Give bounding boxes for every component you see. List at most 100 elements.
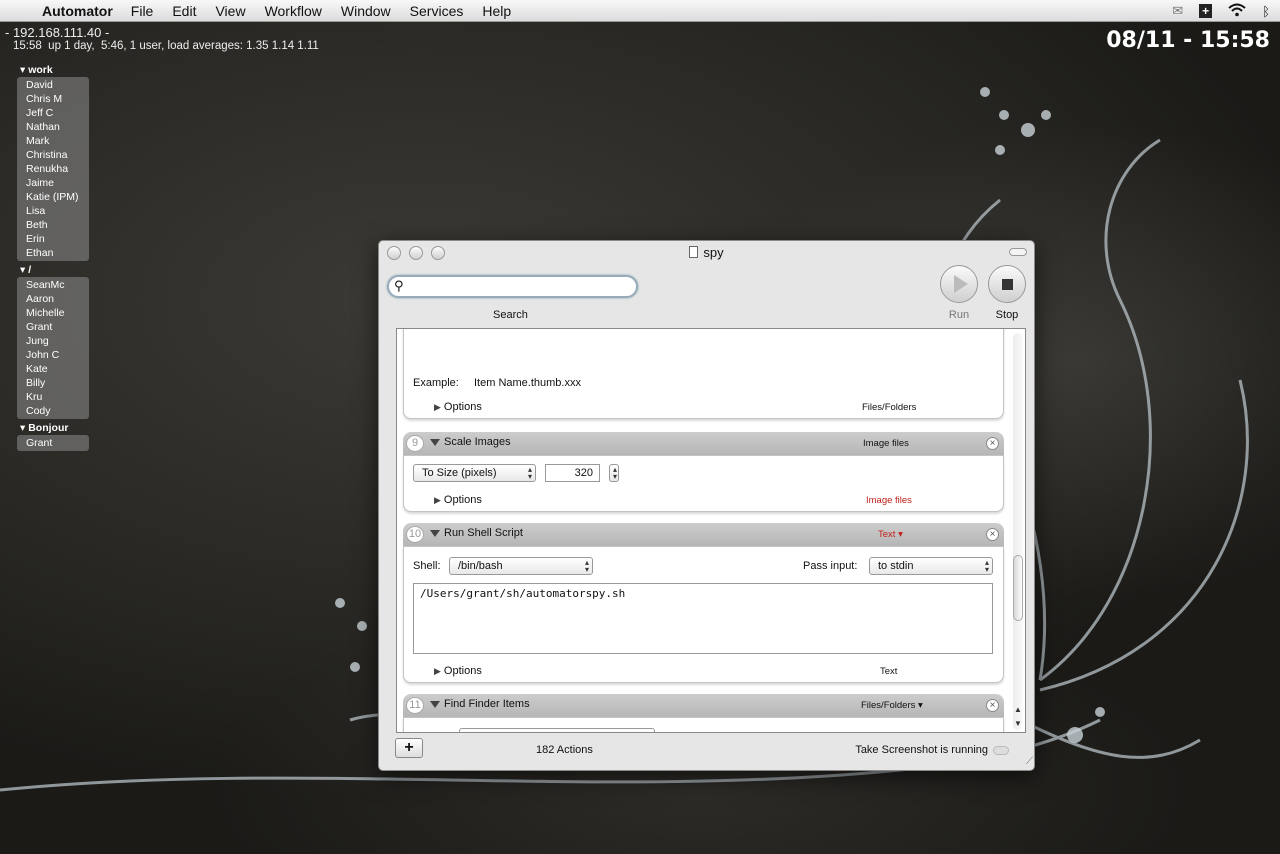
workflow-status: Take Screenshot is running [855,744,988,756]
scrollbar-thumb[interactable] [1013,555,1023,621]
disclosure-triangle-icon[interactable] [430,701,440,708]
scale-mode-value: To Size (pixels) [422,467,497,479]
window-bottom-bar: + 182 Actions Take Screenshot is running… [379,736,1036,770]
search-label: Search [493,309,528,321]
action-name: Find Finder Items [444,698,530,710]
disclosure-triangle-icon[interactable] [430,530,440,537]
buddy-group-header[interactable]: ▾ / [17,263,89,277]
buddy-item[interactable]: Michelle [17,306,89,320]
buddy-item[interactable]: Cody [17,404,89,418]
buddy-group-header[interactable]: ▾ Bonjour [17,421,89,435]
buddy-item[interactable]: Jeff C [17,106,89,120]
pass-input-label: Pass input: [803,560,858,572]
scale-mode-popup[interactable]: To Size (pixels) ▴ ▾ [413,464,536,482]
buddy-item[interactable]: Kate [17,362,89,376]
popup-arrows-icon: ▴ ▾ [584,558,589,574]
buddy-item[interactable]: David [17,78,89,92]
buddy-item[interactable]: Grant [17,436,89,450]
pass-input-popup[interactable]: to stdin ▴ ▾ [869,557,993,575]
menu-app-name[interactable]: Automator [42,3,113,19]
options-toggle[interactable]: Options [434,494,482,506]
action-card-find-finder-items [403,717,1004,732]
progress-indicator [993,746,1009,755]
script-textarea[interactable]: /Users/grant/sh/automatorspy.sh [413,583,993,654]
menu-window[interactable]: Window [341,3,391,19]
menu-workflow[interactable]: Workflow [265,3,322,19]
action-name: Run Shell Script [444,527,523,539]
buddy-item[interactable]: John C [17,348,89,362]
buddy-item[interactable]: Jung [17,334,89,348]
buddy-item[interactable]: Grant [17,320,89,334]
buddy-item[interactable]: Christina [17,148,89,162]
action-card-run-shell-script: Shell: /bin/bash ▴ ▾ Pass input: to stdin ▴… [403,546,1004,683]
buddy-item[interactable]: Kru [17,390,89,404]
buddy-item[interactable]: Mark [17,134,89,148]
menu-services[interactable]: Services [410,3,464,19]
desktop-clock: 08/11 - 15:58 [1106,28,1270,53]
menu-file[interactable]: File [131,3,154,19]
options-toggle[interactable]: Options [434,665,482,677]
buddy-group-header[interactable]: ▾ work [17,63,89,77]
shell-value: /bin/bash [458,560,503,572]
buddy-group-bonjour: Grant [17,435,89,451]
buddy-item[interactable]: Nathan [17,120,89,134]
action-header-scale-images[interactable]: 9 Scale Images Image files × [403,432,1004,455]
search-field[interactable]: ⚲ [387,275,638,298]
buddy-item[interactable]: Beth [17,218,89,232]
buddy-item[interactable]: Chris M [17,92,89,106]
scroll-down-icon[interactable]: ▼ [1013,719,1023,728]
action-card-scale-images: To Size (pixels) ▴▾ 320 ▴▾ Options Image … [403,455,1004,512]
action-number: 10 [406,526,424,543]
buddy-item[interactable]: Ethan [17,246,89,260]
popup-arrows-icon: ▴ ▾ [984,558,989,574]
workflow-area[interactable]: Example: Item Name.thumb.xxx Options Fil… [396,328,1026,733]
action-header-run-shell-script[interactable]: 10 Run Shell Script Text ▾ × [403,523,1004,546]
action-number: 11 [406,697,424,714]
card-output-type: Files/Folders [862,402,917,413]
menu-edit[interactable]: Edit [172,3,196,19]
buddy-item[interactable]: Katie (IPM) [17,190,89,204]
action-input-type[interactable]: Text ▾ [878,529,903,540]
action-header-find-finder-items[interactable]: 11 Find Finder Items Files/Folders ▾ × [403,694,1004,717]
wifi-icon[interactable] [1228,3,1246,20]
action-input-type: Image files [863,438,909,449]
shell-popup[interactable]: /bin/bash ▴ ▾ [449,557,593,575]
remove-action-icon[interactable]: × [986,437,999,450]
toolbar-toggle-button[interactable] [1009,248,1027,256]
remove-action-icon[interactable]: × [986,699,999,712]
add-action-button[interactable]: + [395,738,423,758]
search-icon: ⚲ [394,278,404,293]
action-input-type[interactable]: Files/Folders ▾ [861,700,923,711]
buddy-item[interactable]: Renukha [17,162,89,176]
size-field[interactable]: 320 [545,464,600,482]
stop-button[interactable] [988,265,1026,303]
input-type-value: Text [878,529,896,540]
automator-window: spy ⚲ Search Run Stop Example: Item Name… [378,240,1035,771]
plus-box-icon[interactable]: + [1199,4,1213,18]
buddy-item[interactable]: Lisa [17,204,89,218]
buddy-item[interactable]: Billy [17,376,89,390]
size-stepper[interactable]: ▴ ▾ [609,464,619,482]
menu-view[interactable]: View [215,3,245,19]
search-input[interactable] [409,279,629,291]
buddy-item[interactable]: Erin [17,232,89,246]
remove-action-icon[interactable]: × [986,528,999,541]
disclosure-triangle-icon[interactable] [430,439,440,446]
options-toggle[interactable]: Options [434,401,482,413]
mail-icon[interactable]: ✉ [1172,3,1183,19]
buddy-item[interactable]: Jaime [17,176,89,190]
popup-arrows-icon: ▴ ▾ [527,465,532,481]
bluetooth-icon[interactable]: ᛒ [1262,4,1270,19]
action-number: 9 [406,435,424,452]
window-title-text: spy [703,245,724,260]
workflow-scrollbar[interactable]: ▲ ▼ [1013,333,1023,730]
search-location-popup[interactable] [459,728,655,732]
run-button[interactable] [940,265,978,303]
resize-grip-icon[interactable]: ⟋ [1026,756,1033,767]
stop-label: Stop [995,309,1019,321]
buddy-item[interactable]: Aaron [17,292,89,306]
buddy-item[interactable]: SeanMc [17,278,89,292]
scroll-up-icon[interactable]: ▲ [1013,705,1023,714]
menu-help[interactable]: Help [482,3,511,19]
play-icon [954,275,968,293]
